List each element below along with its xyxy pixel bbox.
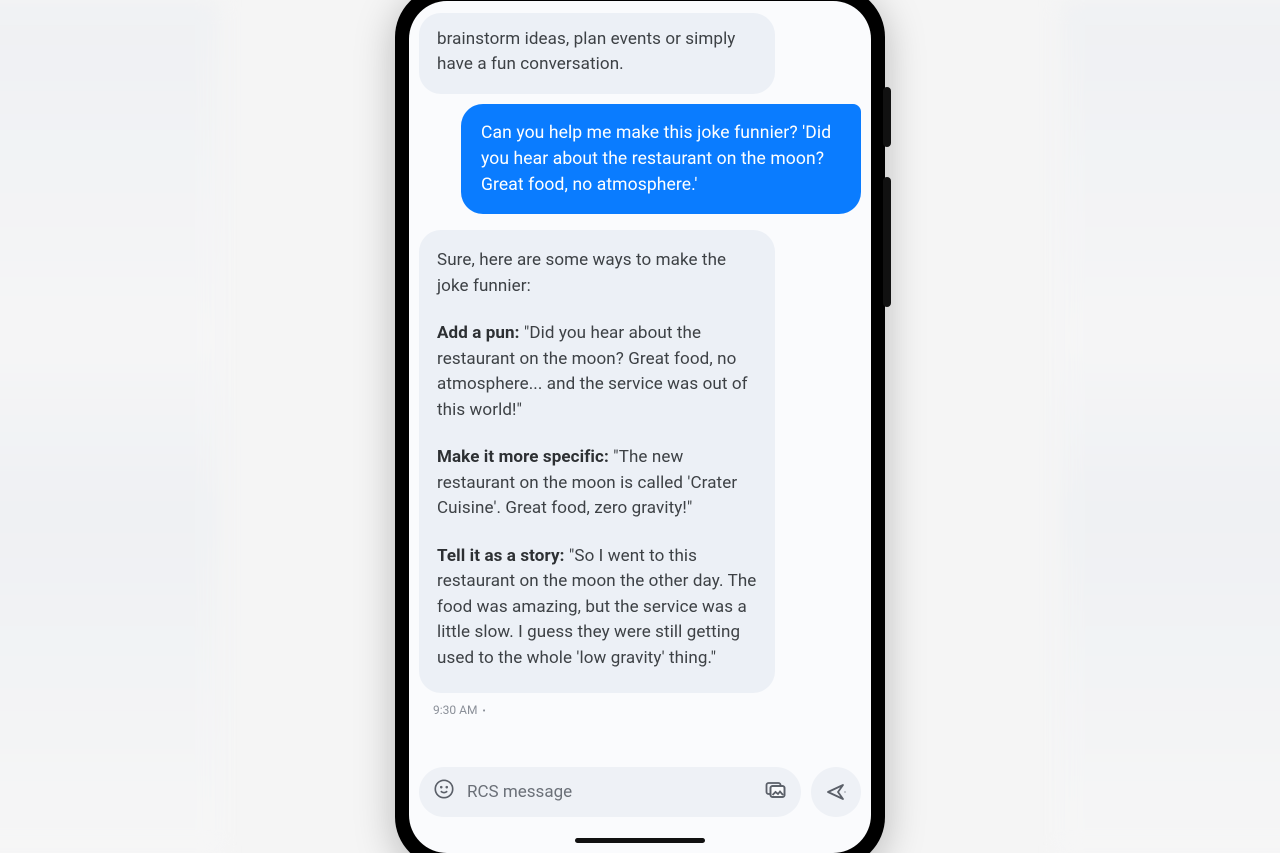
message-timestamp: 9:30 AM • [433,703,861,717]
phone-side-button [883,87,891,147]
send-button[interactable] [811,767,861,817]
chat-scroll[interactable]: brainstorm ideas, plan events or simply … [409,1,871,757]
timestamp-status-icon: • [482,706,485,717]
suggestion-item: Make it more specific: "The new restaura… [437,445,757,522]
suggestion-item: Add a pun: "Did you hear about the resta… [437,321,757,423]
message-text: Can you help me make this joke funnier? … [481,123,831,196]
message-input[interactable]: RCS message [419,767,801,817]
chat-bubble-incoming: brainstorm ideas, plan events or simply … [419,13,775,94]
message-text: brainstorm ideas, plan events or simply … [437,29,735,75]
home-indicator [575,838,705,843]
chat-bubble-outgoing: Can you help me make this joke funnier? … [461,104,861,215]
suggestion-lead: Make it more specific: [437,447,609,467]
suggestion-lead: Add a pun: [437,323,520,343]
message-composer: RCS message [409,757,871,853]
phone-volume-button [883,177,891,307]
chat-bubble-incoming: Sure, here are some ways to make the jok… [419,230,775,693]
message-text: Sure, here are some ways to make the jok… [437,250,726,296]
timestamp-text: 9:30 AM [433,703,477,717]
phone-screen: brainstorm ideas, plan events or simply … [409,1,871,853]
message-input-placeholder: RCS message [467,782,572,802]
gallery-icon[interactable] [763,777,787,806]
suggestion-item: Tell it as a story: "So I went to this r… [437,544,757,672]
stage: brainstorm ideas, plan events or simply … [0,0,1280,853]
emoji-icon[interactable] [433,778,455,805]
phone-frame: brainstorm ideas, plan events or simply … [395,0,885,853]
suggestion-lead: Tell it as a story: [437,546,565,566]
